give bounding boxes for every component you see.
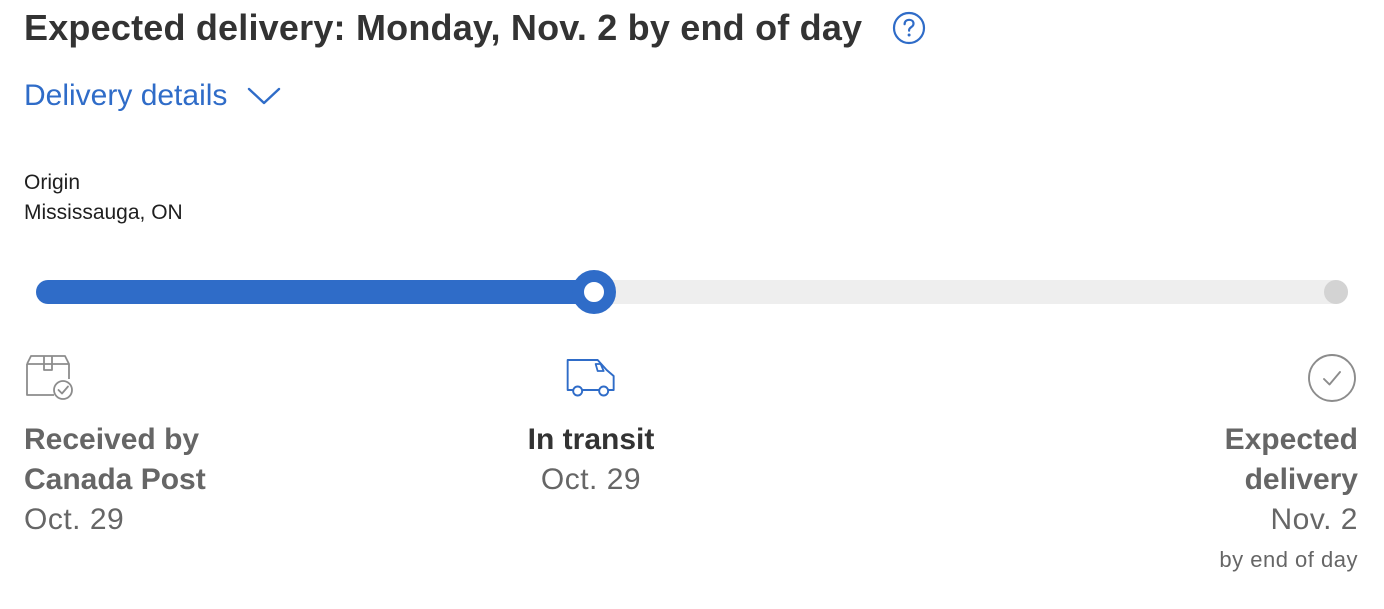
check-circle-icon <box>1306 352 1358 404</box>
progress-track <box>36 270 1348 314</box>
step-in-transit-title: In transit <box>527 423 655 456</box>
progress-fill <box>36 280 594 304</box>
delivery-truck-icon <box>565 352 617 404</box>
question-circle-icon[interactable] <box>892 11 926 45</box>
delivery-header: Expected delivery: Monday, Nov. 2 by end… <box>24 4 926 52</box>
origin-label: Origin <box>24 171 81 194</box>
origin-location: Mississauga, ON <box>24 201 183 224</box>
progress-knob <box>571 270 616 314</box>
step-in-transit-date: Oct. 29 <box>540 463 642 496</box>
page-title: Expected delivery: Monday, Nov. 2 by end… <box>24 7 863 48</box>
step-expected-note: by end of day <box>1219 547 1358 572</box>
step-expected: Expected delivery Nov. 2 by end of day <box>1219 352 1358 580</box>
step-expected-date: Nov. 2 <box>1270 503 1358 536</box>
step-expected-title: Expected delivery <box>1224 423 1358 496</box>
origin-block: Origin Mississauga, ON <box>24 168 183 228</box>
step-received-title: Received by Canada Post <box>24 423 206 496</box>
chevron-down-icon <box>247 86 281 106</box>
step-received-date: Oct. 29 <box>24 503 125 536</box>
delivery-details-toggle[interactable]: Delivery details <box>24 74 281 118</box>
step-in-transit: In transit Oct. 29 <box>527 352 655 500</box>
delivery-details-label: Delivery details <box>24 79 228 112</box>
box-check-icon <box>24 352 206 404</box>
step-received: Received by Canada Post Oct. 29 <box>24 352 206 540</box>
progress-end-dot <box>1324 280 1348 304</box>
